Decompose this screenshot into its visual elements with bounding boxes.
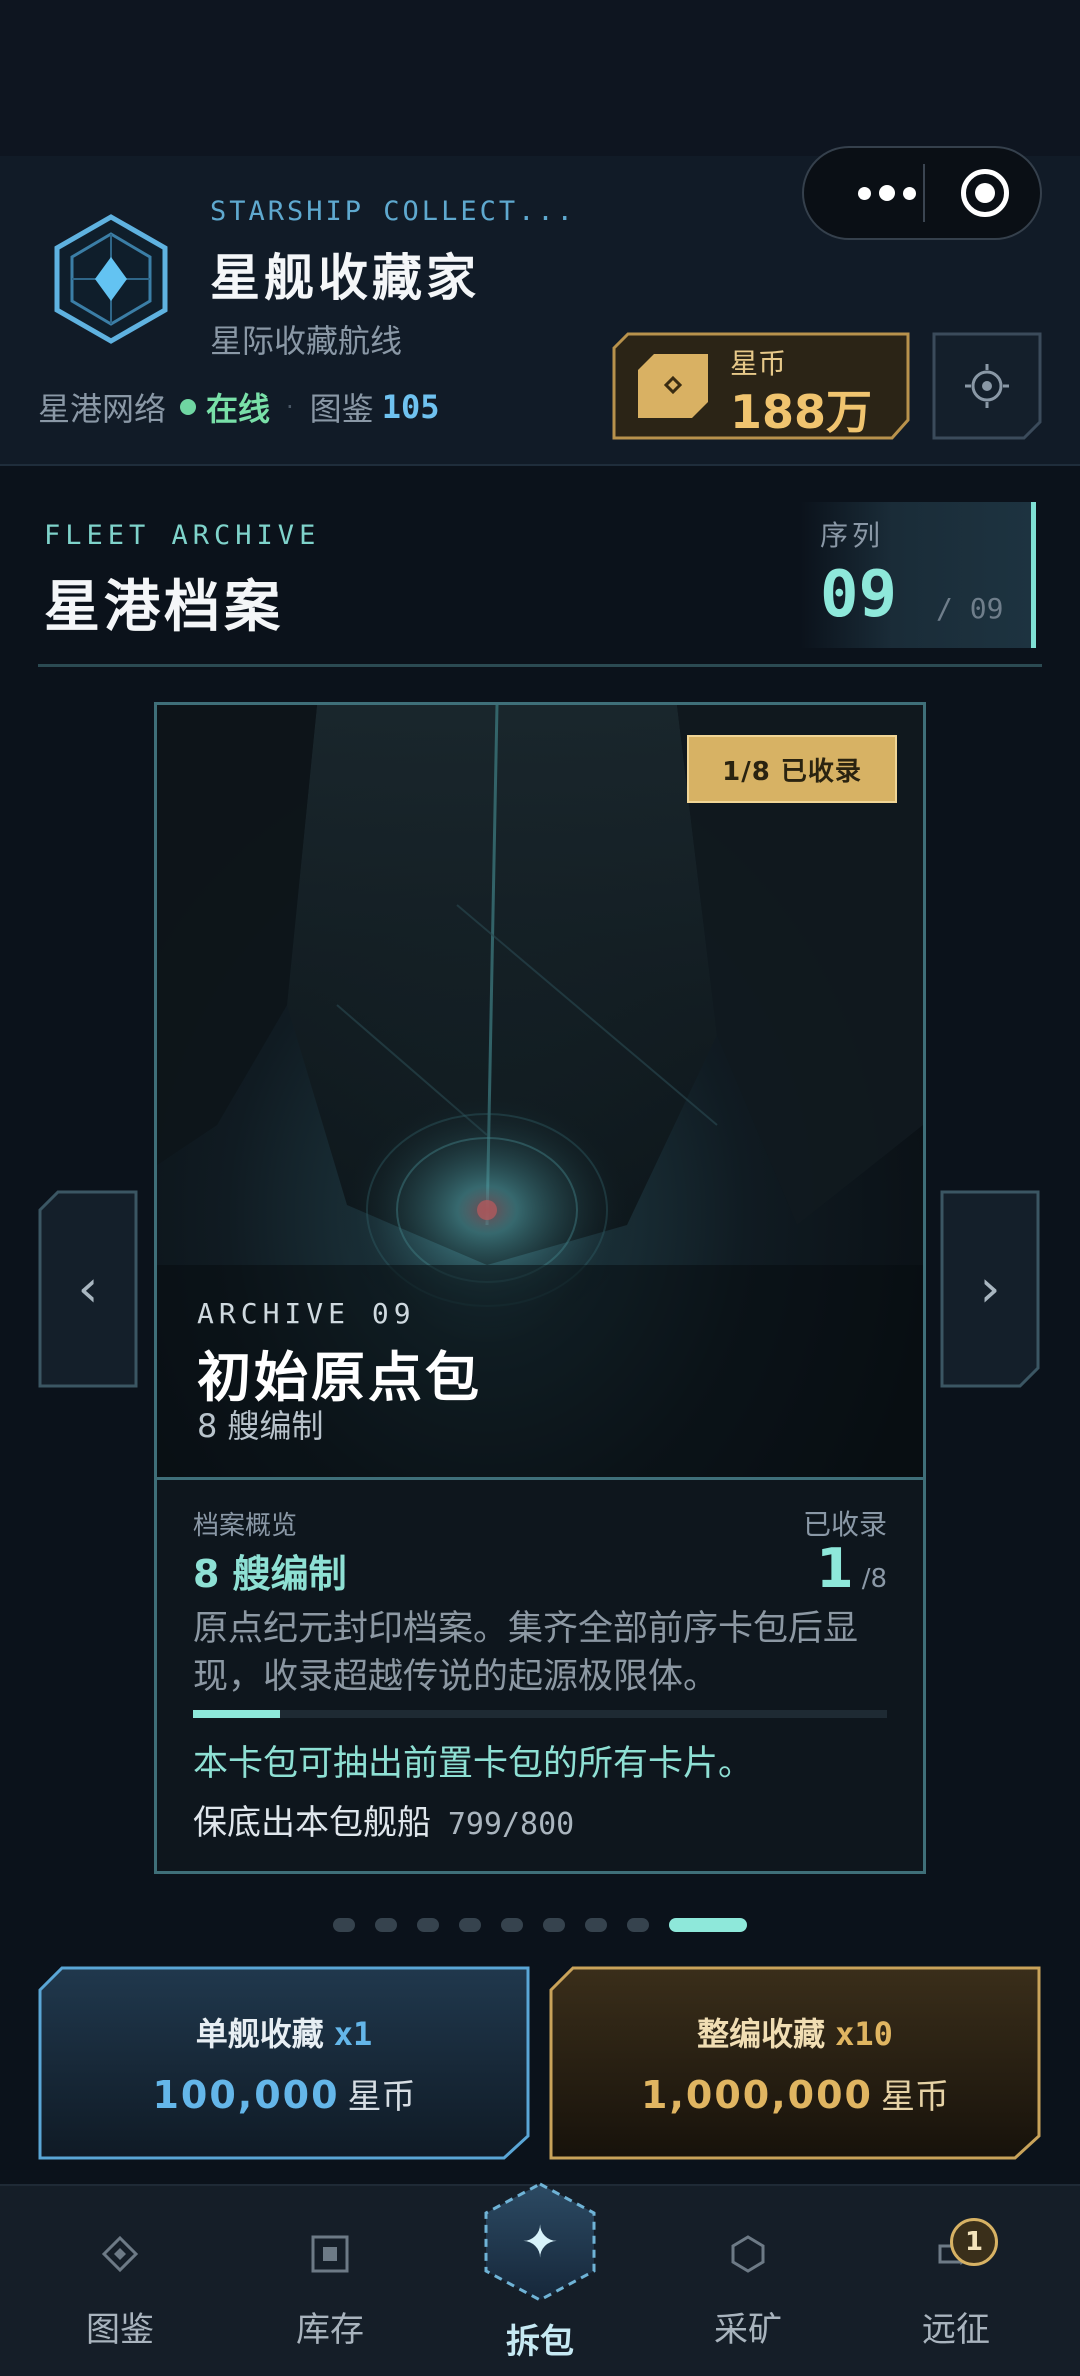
- batch-collect-title: 整编收藏: [697, 2014, 826, 2053]
- pager-dot[interactable]: [333, 1918, 355, 1932]
- pager-dot[interactable]: [375, 1918, 397, 1932]
- overview-label: 档案概览: [193, 1511, 298, 1541]
- collected-counter: 1 /8: [816, 1537, 887, 1600]
- status-bar-area: [0, 0, 1080, 156]
- coin-value: 188万: [730, 385, 873, 439]
- collected-badge: 1/8 已收录: [687, 735, 897, 803]
- pager-dots: [0, 1913, 1080, 1937]
- single-collect-button[interactable]: 单舰收藏 x1 100,000 星币: [38, 1966, 530, 2160]
- settings-button[interactable]: [932, 332, 1042, 440]
- pager-dot[interactable]: [585, 1918, 607, 1932]
- single-collect-price-line: 100,000 星币: [152, 2069, 415, 2118]
- sequence-current: 09: [820, 558, 898, 632]
- network-status: 星港网络 在线 · 图鉴 105: [38, 384, 439, 430]
- sequence-total: / 09: [936, 592, 1004, 625]
- app-title: 星舰收藏家: [210, 249, 480, 307]
- section-title: 星港档案: [44, 575, 284, 640]
- batch-collect-multiplier: x10: [835, 2014, 893, 2053]
- section-eyebrow: FLEET ARCHIVE: [44, 520, 321, 551]
- close-target-icon[interactable]: [961, 169, 1009, 217]
- batch-collect-text: 整编收藏 x10 1,000,000 星币: [549, 1966, 1041, 2160]
- sparkle-icon: ✦: [521, 2216, 559, 2268]
- pager-dot[interactable]: [501, 1918, 523, 1932]
- previous-pack-button[interactable]: ‹: [38, 1190, 138, 1388]
- pager-dot[interactable]: [627, 1918, 649, 1932]
- app-eyebrow: STARSHIP COLLECT...: [210, 196, 576, 227]
- app-logo-icon: [54, 214, 168, 344]
- collection-progress-bar: [193, 1710, 887, 1718]
- tab-expedition[interactable]: 远征: [856, 2186, 1056, 2376]
- batch-collect-price-line: 1,000,000 星币: [641, 2069, 949, 2118]
- pager-dot-active[interactable]: [669, 1918, 747, 1932]
- batch-collect-price: 1,000,000: [641, 2072, 873, 2117]
- collected-total: /8: [861, 1564, 887, 1594]
- pack-artwork: 1/8 已收录 ARCHIVE 09 初始原点包 8 艘编制: [157, 705, 923, 1477]
- capsule-divider: [923, 164, 925, 222]
- next-pack-button[interactable]: ›: [940, 1190, 1040, 1388]
- codex-label: 图鉴: [309, 390, 374, 428]
- pager-dot[interactable]: [459, 1918, 481, 1932]
- single-collect-text: 单舰收藏 x1 100,000 星币: [38, 1966, 530, 2160]
- single-collect-title-line: 单舰收藏 x1: [196, 2009, 373, 2055]
- pack-description: 原点纪元封印档案。集齐全部前序卡包后显现，收录超越传说的起源极限体。: [193, 1609, 859, 1697]
- guarantee-label: 保底出本包舰船: [193, 1803, 431, 1843]
- online-label: 在线: [206, 390, 271, 428]
- pack-hint: 本卡包可抽出前置卡包的所有卡片。: [193, 1744, 754, 1784]
- collected-count: 1: [816, 1537, 854, 1600]
- guarantee-line: 保底出本包舰船 799/800: [193, 1795, 574, 1844]
- tab-expedition-label: 远征: [922, 2310, 990, 2350]
- pager-dot[interactable]: [417, 1918, 439, 1932]
- tab-mining[interactable]: 采矿: [648, 2186, 848, 2376]
- card-divider: [157, 1477, 923, 1480]
- expedition-badge: 1: [950, 2218, 998, 2266]
- pager-dot[interactable]: [543, 1918, 565, 1932]
- fleet-size: 8 艘编制: [197, 1407, 324, 1445]
- tab-mining-label: 采矿: [714, 2310, 782, 2350]
- overview-value: 8 艘编制: [193, 1552, 347, 1596]
- guarantee-value: 799/800: [447, 1807, 575, 1842]
- sequence-indicator: 序列 09 / 09: [800, 502, 1036, 648]
- batch-collect-title-line: 整编收藏 x10: [697, 2009, 893, 2055]
- tab-codex[interactable]: 图鉴: [20, 2186, 220, 2376]
- single-collect-price: 100,000: [152, 2072, 340, 2117]
- batch-collect-unit: 星币: [880, 2076, 949, 2117]
- more-menu-icon[interactable]: [832, 148, 942, 238]
- single-collect-unit: 星币: [347, 2076, 416, 2117]
- tab-inventory-label: 库存: [296, 2310, 364, 2350]
- codex-count: 105: [381, 388, 440, 426]
- tab-codex-label: 图鉴: [86, 2310, 154, 2350]
- mini-program-capsule: [802, 146, 1042, 240]
- tab-inventory[interactable]: 库存: [230, 2186, 430, 2376]
- sequence-label: 序列: [820, 519, 885, 552]
- batch-collect-button[interactable]: 整编收藏 x10 1,000,000 星币: [549, 1966, 1041, 2160]
- section-divider: [38, 664, 1042, 667]
- pack-card[interactable]: 1/8 已收录 ARCHIVE 09 初始原点包 8 艘编制 档案概览 8 艘编…: [154, 702, 926, 1874]
- single-collect-title: 单舰收藏: [195, 2014, 324, 2053]
- app-subtitle: 星际收藏航线: [210, 322, 403, 360]
- chevron-left-icon: ‹: [77, 1259, 99, 1319]
- single-collect-multiplier: x1: [333, 2014, 373, 2053]
- tab-unpack-label: 拆包: [506, 2322, 574, 2362]
- network-label: 星港网络: [38, 390, 167, 428]
- collection-progress-fill: [193, 1710, 280, 1718]
- hexagon-icon: [724, 2230, 772, 2278]
- chevron-right-icon: ›: [979, 1259, 1001, 1319]
- online-indicator-icon: [180, 399, 197, 415]
- box-icon: [306, 2230, 354, 2278]
- separator-dot: ·: [286, 393, 294, 421]
- diamond-icon: [96, 2230, 144, 2278]
- archive-label: ARCHIVE 09: [197, 1297, 416, 1330]
